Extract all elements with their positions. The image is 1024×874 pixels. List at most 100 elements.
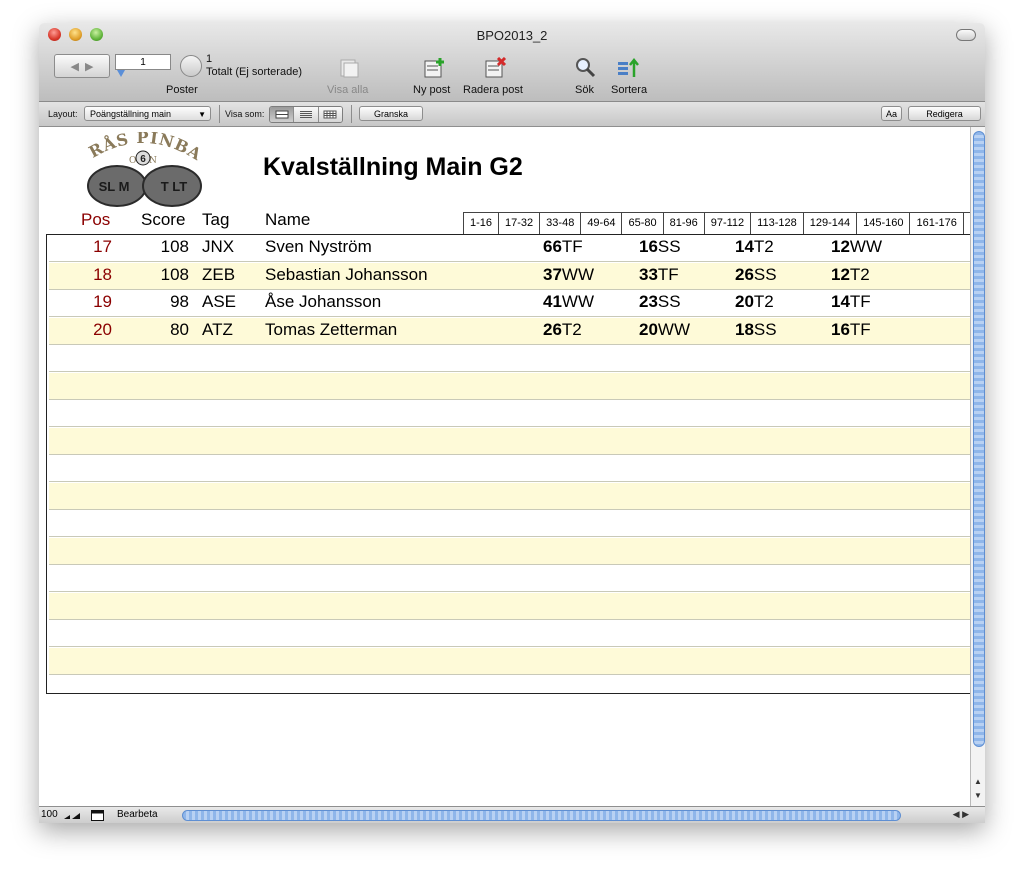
game-code: SS xyxy=(753,319,777,339)
layout-bar: Layout: Poängställning main ▼ Visa som: … xyxy=(39,102,985,127)
form-view-icon xyxy=(275,110,289,119)
empty-row[interactable] xyxy=(49,372,970,400)
toggle-status-toolbar-icon[interactable] xyxy=(91,810,104,821)
tab-range[interactable]: 129-144 xyxy=(803,212,858,235)
new-record-icon[interactable] xyxy=(423,57,447,79)
layout-content: BORÅS PINBALL OPEN 6 SL M T LT Kvalställ… xyxy=(39,127,970,806)
name-cell: Tomas Zetterman xyxy=(265,319,398,339)
standings-row[interactable]: 17 108 JNX Sven Nyström 66TF 16SS 14T2 12WW xyxy=(49,235,970,262)
name-cell: Sebastian Johansson xyxy=(265,264,428,284)
table-view-icon xyxy=(323,110,337,119)
scroll-up-arrow-icon[interactable]: ▲ xyxy=(974,777,982,786)
zoom-in-out-icon[interactable] xyxy=(63,811,89,820)
column-header-score: Score xyxy=(141,210,186,229)
tab-range[interactable]: 113-128 xyxy=(751,212,804,235)
show-all-icon[interactable] xyxy=(337,57,361,79)
view-as-label: Visa som: xyxy=(225,109,265,119)
tab-range[interactable]: 81-96 xyxy=(663,212,705,235)
empty-row[interactable] xyxy=(49,400,970,427)
range-tab-control: 1-16 17-32 33-48 49-64 65-80 81-96 97-11… xyxy=(463,212,970,235)
game-score-cell: 20WW xyxy=(639,320,690,340)
empty-row[interactable] xyxy=(49,345,970,372)
sort-button[interactable]: Sortera xyxy=(611,84,647,96)
edit-layout-button[interactable]: Redigera xyxy=(908,106,981,121)
tab-range[interactable]: 65-80 xyxy=(622,212,664,235)
game-score-cell: 16SS xyxy=(639,237,681,257)
vertical-scrollbar[interactable]: ▲ ▼ xyxy=(970,127,985,807)
empty-row[interactable] xyxy=(49,537,970,565)
tab-range-active[interactable]: 17-32 xyxy=(499,212,541,235)
game-points: 12 xyxy=(831,264,850,284)
svg-text:SL M: SL M xyxy=(99,179,130,194)
empty-row[interactable] xyxy=(49,510,970,537)
table-view-button[interactable] xyxy=(318,107,342,122)
titlebar-toolbar: BPO2013_2 ◀ ▶ 1 1 Totalt (Ej sorterade) … xyxy=(39,23,985,102)
empty-row[interactable] xyxy=(49,455,970,482)
next-record-icon[interactable]: ▶ xyxy=(85,60,93,73)
preview-button[interactable]: Granska xyxy=(359,106,423,121)
form-view-button[interactable] xyxy=(270,107,295,122)
score-cell: 98 xyxy=(170,292,189,311)
standings-row[interactable]: 18 108 ZEB Sebastian Johansson 37WW 33TF 26SS 1… xyxy=(49,262,970,290)
list-view-button[interactable] xyxy=(294,107,319,122)
game-code: TF xyxy=(849,319,871,339)
game-points: 12 xyxy=(831,237,850,256)
toolbar-toggle-button[interactable] xyxy=(956,29,976,41)
tab-range[interactable]: 33-48 xyxy=(540,212,582,235)
game-code: T2 xyxy=(753,292,774,311)
horizontal-scroll-arrows-icon[interactable]: ◀ ▶ xyxy=(953,809,969,820)
game-score-cell: 33TF xyxy=(639,265,679,285)
game-points: 14 xyxy=(735,237,754,256)
game-score-cell: 16TF xyxy=(831,320,871,340)
layout-select[interactable]: Poängställning main ▼ xyxy=(84,106,211,121)
game-score-cell: 41WW xyxy=(543,292,594,312)
delete-record-button[interactable]: Radera post xyxy=(463,84,523,96)
game-points: 26 xyxy=(543,319,562,339)
sort-icon[interactable] xyxy=(616,57,640,79)
empty-row[interactable] xyxy=(49,427,970,455)
horizontal-scroll-thumb[interactable] xyxy=(182,810,901,821)
empty-row[interactable] xyxy=(49,647,970,675)
mode-indicator[interactable]: Bearbeta xyxy=(117,809,158,820)
layout-title: Kvalställning Main G2 xyxy=(263,153,523,181)
find-magnifier-icon[interactable] xyxy=(574,57,598,79)
standings-row[interactable]: 19 98 ASE Åse Johansson 41WW 23SS 20T2 14TF xyxy=(49,290,970,317)
scroll-down-arrow-icon[interactable]: ▼ xyxy=(974,791,982,800)
tab-range[interactable]: 97-112 xyxy=(704,212,752,235)
game-score-cell: 26T2 xyxy=(543,320,582,340)
record-slider-thumb[interactable] xyxy=(117,70,125,77)
standings-portal[interactable]: 17 108 JNX Sven Nyström 66TF 16SS 14T2 12WW 18 10… xyxy=(46,234,970,694)
standings-row[interactable]: 20 80 ATZ Tomas Zetterman 26T2 20WW 18SS 16TF xyxy=(49,317,970,345)
view-as-segmented-control[interactable] xyxy=(269,106,343,123)
tag-cell: ZEB xyxy=(202,264,236,284)
text-formatting-button[interactable]: Aa xyxy=(881,106,902,121)
game-score-cell: 14T2 xyxy=(735,237,774,257)
previous-record-icon[interactable]: ◀ xyxy=(71,60,79,73)
empty-row[interactable] xyxy=(49,565,970,592)
game-score-cell: 20T2 xyxy=(735,292,774,312)
tab-range[interactable]: 49-64 xyxy=(581,212,623,235)
found-status: Totalt (Ej sorterade) xyxy=(206,66,302,78)
empty-row[interactable] xyxy=(49,482,970,510)
game-score-cell: 26SS xyxy=(735,265,777,285)
tab-range[interactable]: 1-16 xyxy=(463,212,500,235)
vertical-scroll-thumb[interactable] xyxy=(973,131,985,747)
divider xyxy=(219,105,220,123)
record-navigation-book[interactable]: ◀ ▶ xyxy=(54,54,110,78)
tab-range[interactable]: 145-160 xyxy=(857,212,911,235)
column-header-name: Name xyxy=(265,210,311,229)
game-code: T2 xyxy=(561,319,582,339)
show-all-button[interactable]: Visa alla xyxy=(327,84,368,96)
zoom-level[interactable]: 100 xyxy=(41,809,58,820)
game-code: TF xyxy=(561,237,583,256)
delete-record-icon[interactable] xyxy=(484,57,508,79)
new-record-button[interactable]: Ny post xyxy=(413,84,450,96)
record-number-input[interactable]: 1 xyxy=(115,54,171,70)
empty-row[interactable] xyxy=(49,620,970,647)
game-code: WW xyxy=(561,264,595,284)
empty-row[interactable] xyxy=(49,592,970,620)
game-points: 18 xyxy=(735,319,754,339)
find-button[interactable]: Sök xyxy=(575,84,594,96)
tab-range[interactable]: 161-176 xyxy=(910,212,964,235)
game-score-cell: 66TF xyxy=(543,237,583,257)
